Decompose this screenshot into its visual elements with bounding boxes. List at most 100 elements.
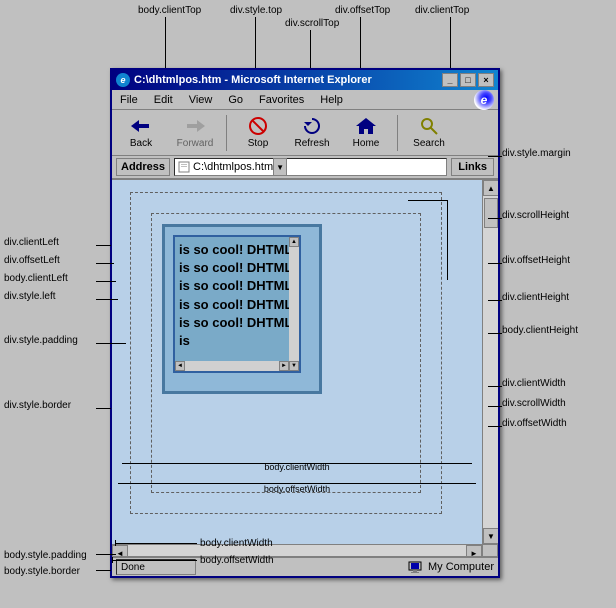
ann-div-scroll-height: div.scrollHeight xyxy=(502,210,569,221)
stop-button[interactable]: Stop xyxy=(233,113,283,153)
forward-button[interactable]: Forward xyxy=(170,113,220,153)
stop-icon xyxy=(246,116,270,136)
ann-div-client-left: div.clientLeft xyxy=(4,237,59,248)
ann-div-client-width: div.clientWidth xyxy=(502,378,566,389)
maximize-button[interactable]: □ xyxy=(460,73,476,87)
outer-wrapper: body.clientTop div.style.top div.scrollT… xyxy=(0,0,616,608)
address-dropdown[interactable]: ▼ xyxy=(273,158,287,176)
inner-scroll-left[interactable]: ◄ xyxy=(175,361,185,371)
inner-scroll-right[interactable]: ► xyxy=(279,361,289,371)
div-content-text: is so cool! DHTML is so cool! DHTML is s… xyxy=(175,237,299,354)
scroll-up-arrow[interactable]: ▲ xyxy=(483,180,498,196)
computer-icon xyxy=(408,561,424,573)
line-div-client-left xyxy=(96,245,111,246)
ann-body-style-border: body.style.border xyxy=(4,566,80,577)
content-area: is so cool! DHTML is so cool! DHTML is s… xyxy=(112,180,498,560)
ann-div-offset-width: div.offsetWidth xyxy=(502,418,567,429)
toolbar-sep-1 xyxy=(226,115,227,151)
inner-scroll-track xyxy=(289,247,299,361)
line-div-style-border xyxy=(96,408,111,409)
scroll-thumb-v[interactable] xyxy=(484,198,498,228)
back-button[interactable]: Back xyxy=(116,113,166,153)
line-body-style-border xyxy=(96,570,111,571)
ann-body-style-padding: body.style.padding xyxy=(4,550,87,561)
ie-icon: e xyxy=(116,73,130,87)
search-icon xyxy=(417,116,441,136)
inner-scroll-down[interactable]: ▼ xyxy=(289,361,299,371)
text-div: is so cool! DHTML is so cool! DHTML is s… xyxy=(173,235,301,373)
line-div-scroll-top xyxy=(310,30,311,68)
address-bar: Address C:\dhtmlpos.htm ▼ Links xyxy=(112,156,498,180)
ann-body-client-left: body.clientLeft xyxy=(4,273,68,284)
annotation-div-style-top: div.style.top xyxy=(230,5,282,16)
title-text: C:\dhtmlpos.htm - Microsoft Internet Exp… xyxy=(134,74,372,86)
refresh-icon xyxy=(300,116,324,136)
forward-label: Forward xyxy=(177,138,214,149)
scroll-track-v xyxy=(483,196,498,528)
stop-label: Stop xyxy=(248,138,269,149)
menu-bar: File Edit View Go Favorites Help e xyxy=(112,90,498,110)
address-page-icon xyxy=(177,160,191,174)
search-button[interactable]: Search xyxy=(404,113,454,153)
browser-window: e C:\dhtmlpos.htm - Microsoft Internet E… xyxy=(110,68,500,578)
body-offset-width-label: body.offsetWidth xyxy=(264,484,330,494)
line-div-style-top xyxy=(255,17,256,68)
body-client-width-label: body.clientWidth xyxy=(264,462,329,472)
ann-div-style-margin: div.style.margin xyxy=(502,148,571,159)
ann-body-client-width: body.clientWidth xyxy=(200,538,273,549)
inner-scrollbar-v[interactable]: ▲ ▼ xyxy=(289,237,299,371)
main-scrollbar-v[interactable]: ▲ ▼ xyxy=(482,180,498,544)
line-body-client-top xyxy=(165,17,166,68)
menu-help[interactable]: Help xyxy=(316,92,347,108)
address-label: Address xyxy=(116,158,170,176)
ann-body-client-height: body.clientHeight xyxy=(502,325,578,336)
ann-div-style-left: div.style.left xyxy=(4,291,56,302)
ann-div-scroll-width: div.scrollWidth xyxy=(502,398,566,409)
ann-div-offset-left: div.offsetLeft xyxy=(4,255,60,266)
minimize-button[interactable]: _ xyxy=(442,73,458,87)
inner-scroll-up[interactable]: ▲ xyxy=(289,237,299,247)
close-button[interactable]: × xyxy=(478,73,494,87)
annotation-div-client-top: div.clientTop xyxy=(415,5,469,16)
refresh-button[interactable]: Refresh xyxy=(287,113,337,153)
menu-edit[interactable]: Edit xyxy=(150,92,177,108)
links-button[interactable]: Links xyxy=(451,158,494,176)
refresh-label: Refresh xyxy=(294,138,329,149)
annotation-body-client-top: body.clientTop xyxy=(138,5,201,16)
annotation-div-offset-top: div.offsetTop xyxy=(335,5,390,16)
page-background: is so cool! DHTML is so cool! DHTML is s… xyxy=(112,180,482,544)
search-label: Search xyxy=(413,138,445,149)
ann-div-style-border: div.style.border xyxy=(4,400,71,411)
annotation-div-scroll-top: div.scrollTop xyxy=(285,18,339,29)
line-div-offset-top xyxy=(360,17,361,68)
home-label: Home xyxy=(353,138,380,149)
inner-div-dashed: is so cool! DHTML is so cool! DHTML is s… xyxy=(151,213,421,493)
back-label: Back xyxy=(130,138,152,149)
title-bar-buttons: _ □ × xyxy=(442,73,494,87)
toolbar: Back Forward Stop Refresh xyxy=(112,110,498,156)
status-done: Done xyxy=(116,559,196,575)
ann-line-scroll-h xyxy=(447,200,448,280)
toolbar-sep-2 xyxy=(397,115,398,151)
computer-label: My Computer xyxy=(428,561,494,573)
home-button[interactable]: Home xyxy=(341,113,391,153)
forward-icon xyxy=(183,116,207,136)
scroll-down-arrow[interactable]: ▼ xyxy=(483,528,498,544)
menu-go[interactable]: Go xyxy=(224,92,247,108)
ann-div-style-padding: div.style.padding xyxy=(4,335,78,346)
ann-line-margin xyxy=(408,200,448,201)
title-bar: e C:\dhtmlpos.htm - Microsoft Internet E… xyxy=(112,70,498,90)
ann-div-offset-height: div.offsetHeight xyxy=(502,255,570,266)
address-field[interactable]: C:\dhtmlpos.htm ▼ xyxy=(174,158,447,176)
ie-logo-menu: e xyxy=(474,90,494,110)
scrollable-div[interactable]: is so cool! DHTML is so cool! DHTML is s… xyxy=(162,224,322,394)
home-icon xyxy=(354,116,378,136)
menu-favorites[interactable]: Favorites xyxy=(255,92,308,108)
inner-scrollbar-h[interactable]: ◄ ► xyxy=(175,361,289,371)
inner-scroll-track-h xyxy=(185,361,279,371)
menu-view[interactable]: View xyxy=(185,92,217,108)
menu-file[interactable]: File xyxy=(116,92,142,108)
back-icon xyxy=(129,116,153,136)
line-div-client-top xyxy=(450,17,451,68)
address-value: C:\dhtmlpos.htm xyxy=(193,161,273,173)
